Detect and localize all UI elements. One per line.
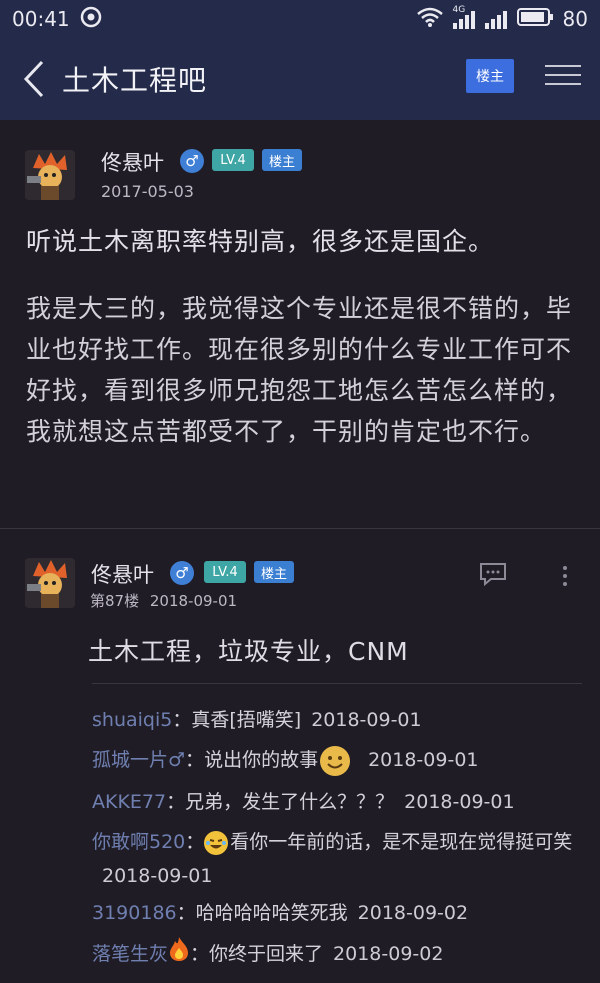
laugh-cry-emoji-icon <box>204 830 229 855</box>
comment-text: 真香[捂嘴笑] <box>191 709 302 731</box>
nav-bar: 土木工程吧 楼主 <box>0 38 600 120</box>
post-title: 听说土木离职率特别高，很多还是国企。 <box>26 227 495 256</box>
level-badge: LV.4 <box>212 149 254 171</box>
list-item[interactable]: 落笔生灰 ：你终于回来了 2018-09-02 <box>92 936 582 973</box>
comment-text: 兄弟，发生了什么？？？ <box>185 791 395 813</box>
comment-user[interactable]: 你敢啊520 <box>92 831 185 853</box>
comment-text: 哈哈哈哈哈笑死我 <box>195 902 348 924</box>
comment-date: 2018-09-02 <box>333 943 444 965</box>
list-item[interactable]: AKKE77：兄弟，发生了什么？？？ 2018-09-01 <box>92 785 582 819</box>
author-name[interactable]: 佟悬叶 <box>91 559 154 589</box>
comment-date: 2018-09-01 <box>102 865 213 887</box>
comment-icon[interactable] <box>479 562 507 587</box>
more-vertical-icon[interactable] <box>560 562 570 592</box>
comment-date: 2018-09-01 <box>368 749 479 771</box>
menu-icon[interactable] <box>545 58 581 94</box>
battery-icon <box>516 7 553 31</box>
comment-date: 2018-09-02 <box>357 902 469 924</box>
status-bar: 00:41 4G 80 <box>0 0 600 38</box>
comment-user[interactable]: 3190186 <box>92 902 177 924</box>
app-status-icon <box>80 6 102 33</box>
comment-text: 看你一年前的话，是不是现在觉得挺可笑 <box>230 831 573 853</box>
original-post: 佟悬叶 ♂ LV.4 楼主 2017-05-03 听说土木离职率特别高，很多还是… <box>0 120 600 530</box>
avatar[interactable] <box>25 558 75 608</box>
post-body: 我是大三的，我觉得这个专业还是很不错的，毕业也好找工作。现在很多别的什么专业工作… <box>26 294 573 446</box>
list-item[interactable]: 你敢啊520： 看你一年前的话，是不是现在觉得挺可笑2018-09-01 <box>92 825 582 893</box>
battery-level: 80 <box>562 7 588 31</box>
louzhu-badge: 楼主 <box>254 561 294 583</box>
divider <box>92 683 582 684</box>
comment-date: 2018-09-01 <box>311 709 422 731</box>
male-gender-icon: ♂ <box>180 149 204 173</box>
comment-user[interactable]: 孤城一片♂ <box>92 749 185 771</box>
author-name[interactable]: 佟悬叶 <box>101 147 164 177</box>
comment-user[interactable]: AKKE77 <box>92 791 166 813</box>
signal-icon-2 <box>484 9 507 29</box>
louzhu-badge: 楼主 <box>262 149 302 171</box>
network-type-label: 4G <box>452 5 466 15</box>
list-item[interactable]: shuaiqi5：真香[捂嘴笑] 2018-09-01 <box>92 703 582 737</box>
list-item[interactable]: 孤城一片♂：说出你的故事 2018-09-01 <box>92 743 582 777</box>
only-louzhu-button[interactable]: 楼主 <box>466 59 514 93</box>
post-date: 2017-05-03 <box>101 182 194 201</box>
status-time: 00:41 <box>12 7 70 31</box>
reply-floor: 佟悬叶 ♂ LV.4 楼主 第87楼 2018-09-01 土木工程，垃圾专业，… <box>0 540 600 983</box>
comment-text: 你终于回来了 <box>209 943 324 965</box>
avatar[interactable] <box>25 150 75 200</box>
level-badge: LV.4 <box>204 561 246 583</box>
forum-title: 土木工程吧 <box>62 64 208 97</box>
floor-number: 第87楼 <box>90 592 140 610</box>
reply-text: 土木工程，垃圾专业，CNM <box>88 637 409 666</box>
reply-date: 2018-09-01 <box>149 592 238 610</box>
floor-info: 第87楼 2018-09-01 <box>90 590 237 611</box>
comment-user[interactable]: shuaiqi5 <box>92 709 172 731</box>
comment-text: 说出你的故事 <box>204 749 319 771</box>
signal-icon: 4G <box>452 5 475 29</box>
divider <box>0 528 600 529</box>
comment-user[interactable]: 落笔生灰 <box>92 943 168 965</box>
wifi-icon <box>416 7 443 32</box>
male-gender-icon: ♂ <box>170 561 194 585</box>
smile-emoji-icon <box>320 745 351 776</box>
comment-date: 2018-09-01 <box>404 791 515 813</box>
back-arrow-icon[interactable] <box>14 54 54 104</box>
fire-emoji-icon <box>168 936 190 973</box>
list-item[interactable]: 3190186：哈哈哈哈哈笑死我 2018-09-02 <box>92 896 582 930</box>
